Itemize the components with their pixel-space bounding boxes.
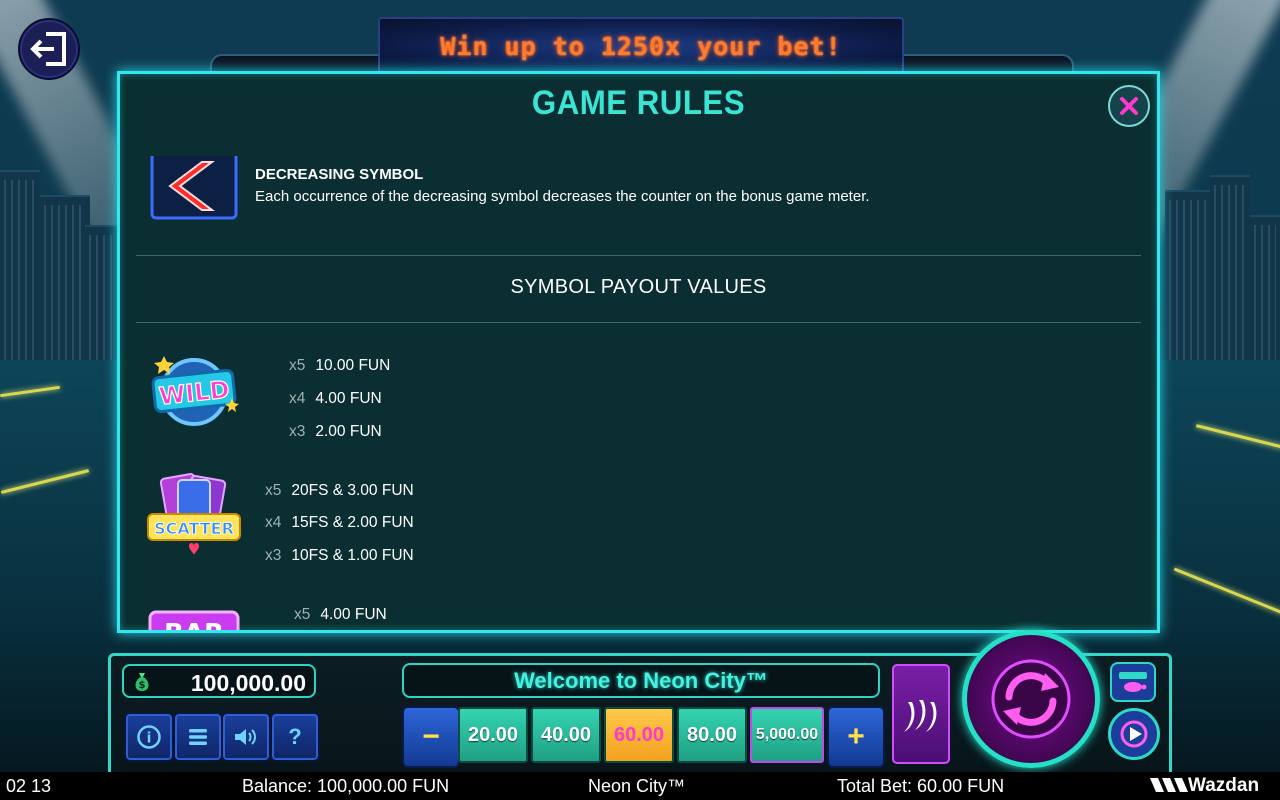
payout-multiplier: x3 xyxy=(265,547,282,564)
payout-value: 10.00 FUN xyxy=(315,357,391,374)
autoplay-button[interactable] xyxy=(1108,708,1160,760)
close-icon xyxy=(1120,97,1138,115)
bar-symbol-icon: BAR xyxy=(148,610,240,633)
autoplay-settings-button[interactable] xyxy=(1110,662,1156,702)
payout-value: 10FS & 1.00 FUN xyxy=(291,547,414,564)
payout-section-title: SYMBOL PAYOUT VALUES xyxy=(510,276,767,298)
info-icon: i xyxy=(137,725,161,749)
wazdan-logo: Wazdan xyxy=(1150,775,1259,797)
payout-multiplier: x3 xyxy=(289,423,306,440)
payout-multiplier: x5 xyxy=(265,482,282,499)
turtle-speed-icon xyxy=(1119,672,1147,692)
scatter-payout-row: x5 20FS & 3.00 FUN xyxy=(265,482,414,500)
increase-bet-button[interactable]: + xyxy=(827,706,885,768)
bet-value: 60.00 xyxy=(613,723,665,746)
status-balance: Balance: 100,000.00 FUN xyxy=(242,776,450,796)
bet-option[interactable]: 20.00 xyxy=(458,707,528,763)
wild-symbol-icon: WILD xyxy=(151,356,239,426)
svg-text:$: $ xyxy=(139,680,146,691)
decreasing-symbol-icon xyxy=(150,156,238,220)
decreasing-symbol-description: Each occurrence of the decreasing symbol… xyxy=(255,188,870,205)
bar-payout-row: x5 4.00 FUN xyxy=(294,606,387,624)
divider xyxy=(136,255,1141,256)
status-bar: 02 13 Balance: 100,000.00 FUN Neon City™… xyxy=(0,772,1280,800)
bet-option[interactable]: 40.00 xyxy=(531,707,601,763)
menu-icon xyxy=(189,729,207,745)
dialog-title: GAME RULES xyxy=(531,84,746,122)
win-banner: Win up to 1250x your bet! xyxy=(378,17,904,75)
scatter-payout-row: x4 15FS & 2.00 FUN xyxy=(265,514,414,532)
wild-payout-row: x4 4.00 FUN xyxy=(289,390,382,408)
turbo-button[interactable] xyxy=(892,664,950,764)
game-rules-dialog: GAME RULES DECREASING SYMBOL Each occurr… xyxy=(117,71,1160,633)
exit-button[interactable] xyxy=(18,18,80,80)
help-icon: ? xyxy=(288,724,302,749)
minus-icon: − xyxy=(422,720,440,753)
scatter-payout-row: x3 10FS & 1.00 FUN xyxy=(265,547,414,565)
bet-value: 5,000.00 xyxy=(755,726,819,743)
divider xyxy=(136,322,1141,323)
scatter-symbol-icon: SCATTER xyxy=(147,473,241,555)
decrease-bet-button[interactable]: − xyxy=(402,706,460,768)
payout-multiplier: x5 xyxy=(294,606,311,623)
bet-option-selected[interactable]: 60.00 xyxy=(604,707,674,763)
game-name: Neon City™ xyxy=(588,776,686,796)
wazdan-mark-icon xyxy=(1150,778,1188,792)
clock: 02 13 xyxy=(6,776,52,796)
status-total-bet: Total Bet: 60.00 FUN xyxy=(837,776,1005,796)
bet-option-max[interactable]: 5,000.00 xyxy=(750,707,824,763)
payout-multiplier: x5 xyxy=(289,357,306,374)
welcome-message: Welcome to Neon City™ xyxy=(514,667,768,693)
close-button[interactable] xyxy=(1108,85,1150,127)
spin-button[interactable] xyxy=(962,630,1100,768)
payout-value: 4.00 FUN xyxy=(315,390,382,407)
spin-arrows-icon xyxy=(991,659,1071,739)
bet-value: 40.00 xyxy=(540,723,592,746)
speaker-icon xyxy=(235,729,256,745)
autoplay-icon xyxy=(1120,720,1148,748)
message-display: Welcome to Neon City™ xyxy=(402,663,880,698)
money-bag-icon: $ xyxy=(135,673,149,691)
svg-text:BAR: BAR xyxy=(164,619,224,633)
payout-value: 20FS & 3.00 FUN xyxy=(291,482,414,499)
balance-value: 100,000.00 xyxy=(190,670,306,696)
payout-multiplier: x4 xyxy=(289,390,306,407)
payout-value: 15FS & 2.00 FUN xyxy=(291,514,414,531)
payout-value: 4.00 FUN xyxy=(320,606,387,623)
payout-value: 2.00 FUN xyxy=(315,423,382,440)
menu-button[interactable] xyxy=(173,712,223,762)
svg-text:SCATTER: SCATTER xyxy=(154,519,234,538)
svg-text:i: i xyxy=(147,731,152,747)
chili-peppers-icon xyxy=(904,700,937,732)
decreasing-symbol-heading: DECREASING SYMBOL xyxy=(255,166,424,183)
exit-icon xyxy=(30,32,66,66)
wild-payout-row: x5 10.00 FUN xyxy=(289,357,390,375)
wild-payout-row: x3 2.00 FUN xyxy=(289,423,382,441)
bet-value: 20.00 xyxy=(467,723,519,746)
payout-multiplier: x4 xyxy=(265,514,282,531)
brand-name: Wazdan xyxy=(1188,775,1260,796)
bet-option[interactable]: 80.00 xyxy=(677,707,747,763)
balance-display: $ 100,000.00 xyxy=(122,664,316,698)
bet-value: 80.00 xyxy=(686,723,738,746)
help-button[interactable]: ? xyxy=(270,712,320,762)
win-banner-text: Win up to 1250x your bet! xyxy=(440,31,842,61)
plus-icon: + xyxy=(847,720,865,753)
sound-button[interactable] xyxy=(221,712,271,762)
info-button[interactable]: i xyxy=(124,712,174,762)
